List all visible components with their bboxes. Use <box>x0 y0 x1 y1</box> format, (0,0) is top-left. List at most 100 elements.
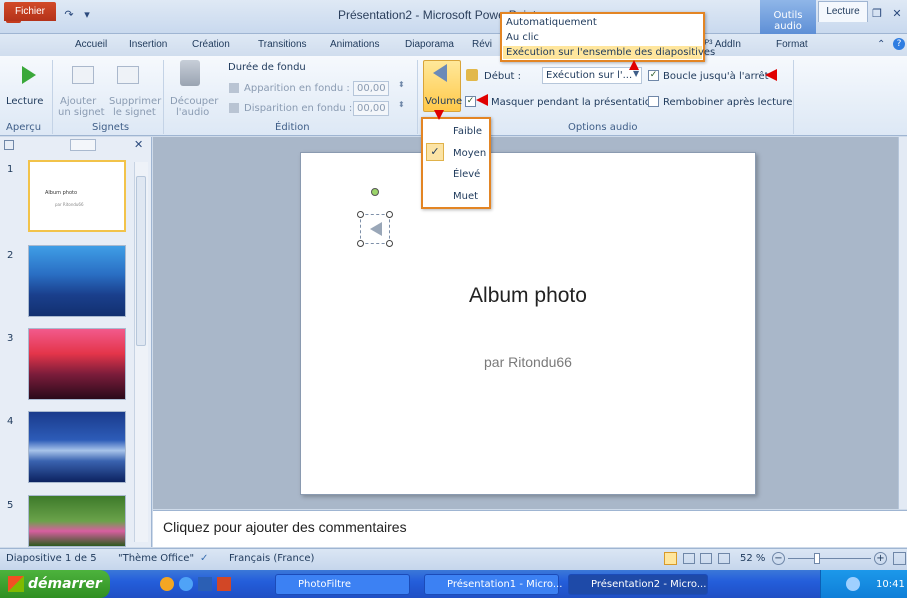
volume-high[interactable]: Élevé <box>453 169 480 180</box>
windows-logo-icon <box>8 576 24 592</box>
add-bookmark-icon[interactable] <box>72 66 94 84</box>
remove-bookmark-label-1[interactable]: Supprimer <box>109 96 161 107</box>
fade-out-spinner-icon[interactable]: ⬍ <box>398 100 405 109</box>
remove-bookmark-label-2[interactable]: le signet <box>113 107 156 118</box>
hide-during-show-checkbox[interactable]: ✓ <box>465 96 476 107</box>
chevron-down-icon[interactable]: ▼ <box>633 69 639 78</box>
clock[interactable]: 10:41 <box>876 579 905 590</box>
tab-home[interactable]: Accueil <box>75 39 107 50</box>
tray-app-icon[interactable] <box>846 577 860 591</box>
volume-label[interactable]: Volume <box>425 96 462 107</box>
slide-thumbnail-5[interactable] <box>28 495 126 547</box>
loop-checkbox[interactable]: ✓ <box>648 70 659 81</box>
tab-animations[interactable]: Animations <box>330 39 379 50</box>
annotation-arrow <box>629 60 639 70</box>
volume-low[interactable]: Faible <box>453 126 482 137</box>
rewind-checkbox[interactable] <box>648 96 659 107</box>
slide-number-3: 3 <box>7 333 14 344</box>
zoom-level[interactable]: 52 % <box>740 553 765 564</box>
slide-thumbnail-3[interactable] <box>28 328 126 400</box>
remove-bookmark-icon[interactable] <box>117 66 139 84</box>
restore-icon[interactable]: ❐ <box>868 6 886 22</box>
minimize-ribbon-icon[interactable]: ⌃ <box>877 39 885 50</box>
fade-out-icon <box>229 103 239 113</box>
taskbar-item-presentation1[interactable]: Présentation1 - Micro... <box>424 574 562 595</box>
zoom-in-icon[interactable]: + <box>874 552 887 565</box>
start-select[interactable]: Exécution sur l'... <box>542 67 642 84</box>
trim-audio-label-1[interactable]: Découper <box>170 96 218 107</box>
taskbar-item-photofiltre[interactable]: PhotoFiltre <box>275 574 410 595</box>
media-player-icon[interactable] <box>160 577 174 591</box>
fade-in-icon <box>229 83 239 93</box>
loop-label[interactable]: Boucle jusqu'à l'arrêt <box>663 71 769 82</box>
resize-handle-icon[interactable] <box>386 240 393 247</box>
fade-in-spinner-icon[interactable]: ⬍ <box>398 80 405 89</box>
slide-count: Diapositive 1 de 5 <box>6 553 97 564</box>
add-bookmark-label-1[interactable]: Ajouter <box>60 96 96 107</box>
word-icon[interactable] <box>198 577 212 591</box>
option-across-slides[interactable]: Exécution sur l'ensemble des diapositive… <box>506 47 715 58</box>
close-panel-icon[interactable]: ✕ <box>134 138 143 151</box>
normal-view-icon[interactable] <box>664 552 677 565</box>
add-bookmark-label-2[interactable]: un signet <box>58 107 105 118</box>
slide-title[interactable]: Album photo <box>300 284 756 308</box>
spellcheck-icon[interactable]: ✓ <box>200 553 208 564</box>
redo-icon[interactable]: ↷ <box>62 8 76 22</box>
tab-insert[interactable]: Insertion <box>129 39 167 50</box>
group-bookmarks-label: Signets <box>92 122 130 133</box>
resize-handle-icon[interactable] <box>386 211 393 218</box>
volume-medium[interactable]: Moyen <box>453 148 486 159</box>
taskbar-item-presentation2[interactable]: Présentation2 - Micro... <box>568 574 708 595</box>
trim-audio-icon[interactable] <box>180 60 200 86</box>
zoom-slider[interactable] <box>788 558 871 559</box>
hide-during-show-label[interactable]: Masquer pendant la présentation <box>491 97 657 108</box>
tab-transitions[interactable]: Transitions <box>258 39 307 50</box>
play-button-label[interactable]: Lecture <box>6 96 43 107</box>
qat-customize-icon[interactable]: ▾ <box>80 8 94 22</box>
reading-view-icon[interactable] <box>700 553 712 564</box>
play-icon[interactable] <box>22 66 36 84</box>
slide-thumbnail-1[interactable] <box>28 160 126 232</box>
fade-duration-title: Durée de fondu <box>228 62 306 73</box>
help-icon[interactable]: ? <box>893 38 905 50</box>
resize-handle-icon[interactable] <box>357 240 364 247</box>
slides-tab-icon[interactable] <box>4 140 14 150</box>
current-slide[interactable] <box>300 152 756 495</box>
zoom-out-icon[interactable]: − <box>772 552 785 565</box>
tab-file[interactable]: Fichier <box>4 2 56 21</box>
zoom-slider-thumb[interactable] <box>814 553 820 564</box>
slide-subtitle[interactable]: par Ritondu66 <box>300 354 756 370</box>
tab-design[interactable]: Création <box>192 39 230 50</box>
ie-icon[interactable] <box>179 577 193 591</box>
resize-handle-icon[interactable] <box>357 211 364 218</box>
rewind-label[interactable]: Rembobiner après lecture <box>663 97 792 108</box>
group-separator <box>163 60 164 134</box>
notes-placeholder[interactable]: Cliquez pour ajouter des commentaires <box>163 519 407 535</box>
fade-out-input[interactable]: 00,00 <box>353 101 389 116</box>
tab-playback[interactable]: Lecture <box>818 1 868 22</box>
option-automatically[interactable]: Automatiquement <box>506 17 597 28</box>
tab-review[interactable]: Révi <box>472 39 492 50</box>
fade-out-label: Disparition en fondu : <box>244 103 353 114</box>
language[interactable]: Français (France) <box>229 553 314 564</box>
fade-in-input[interactable]: 00,00 <box>353 81 389 96</box>
close-icon[interactable]: ✕ <box>888 6 906 22</box>
powerpoint-taskbar-icon[interactable] <box>217 577 231 591</box>
outline-tab-icon[interactable] <box>70 139 96 151</box>
volume-mute[interactable]: Muet <box>453 191 478 202</box>
slide-thumbnail-4[interactable] <box>28 411 126 483</box>
scrollbar-thumb[interactable] <box>136 176 146 346</box>
annotation-arrow <box>476 94 488 106</box>
slideshow-view-icon[interactable] <box>718 553 730 564</box>
tab-slideshow[interactable]: Diaporama <box>405 39 454 50</box>
sorter-view-icon[interactable] <box>683 553 695 564</box>
canvas-scrollbar[interactable] <box>898 137 907 509</box>
thumb-title: Album photo <box>45 190 78 196</box>
fit-window-icon[interactable] <box>893 552 906 565</box>
option-on-click[interactable]: Au clic <box>506 32 539 43</box>
trim-audio-label-2[interactable]: l'audio <box>176 107 209 118</box>
annotation-arrow <box>765 69 777 81</box>
tab-format[interactable]: Format <box>776 39 808 50</box>
rotate-handle-icon[interactable] <box>371 188 379 196</box>
slide-thumbnail-2[interactable] <box>28 245 126 317</box>
